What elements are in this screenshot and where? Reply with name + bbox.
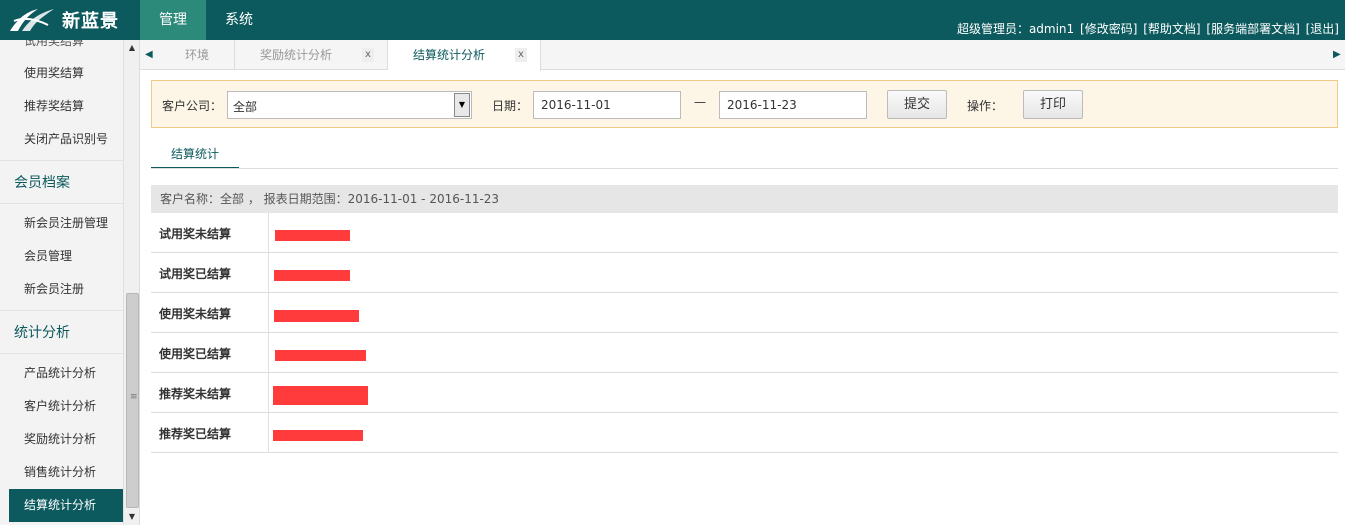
grip-icon: ≡ [130, 392, 138, 402]
logo-icon [10, 9, 54, 31]
settlement-table: 试用奖未结算 试用奖已结算 使用奖未结算 使用奖已结算 推荐奖未结算 推荐奖已结… [151, 213, 1338, 453]
user-name: 超级管理员：admin1 [956, 22, 1075, 36]
tab-scroll-right-icon[interactable]: ▶ [1333, 48, 1343, 62]
row-label: 试用奖已结算 [151, 253, 269, 293]
row-label: 推荐奖未结算 [151, 373, 269, 413]
sidebar-group-stats[interactable]: 统计分析 [0, 310, 123, 354]
help-doc-link[interactable]: [帮助文档] [1143, 22, 1200, 36]
sidebar-item-customer-stats[interactable]: 客户统计分析 [0, 390, 123, 423]
user-bar: 超级管理员：admin1 [修改密码] [帮助文档] [服务端部署文档] [退出… [955, 20, 1339, 37]
tab-settlement-summary[interactable]: 结算统计 [151, 140, 239, 169]
sidebar-group-member[interactable]: 会员档案 [0, 160, 123, 204]
redacted-value [273, 430, 363, 441]
sidebar-item-trial-settlement[interactable]: 试用奖结算 [0, 40, 123, 57]
chevron-down-icon[interactable]: ▼ [454, 93, 470, 117]
date-from-input[interactable]: 2016-11-01 [533, 91, 681, 119]
submit-button[interactable]: 提交 [887, 90, 947, 119]
date-label: 日期： [492, 99, 529, 113]
sidebar-item-referral-settlement[interactable]: 推荐奖结算 [0, 90, 123, 123]
date-separator: — [694, 95, 706, 109]
nav-system[interactable]: 系统 [206, 0, 272, 40]
company-select[interactable]: 全部 ▼ [227, 91, 472, 119]
table-row: 使用奖未结算 [151, 293, 1338, 333]
tab-label: 结算统计分析 [413, 48, 486, 62]
sidebar-item-product-stats[interactable]: 产品统计分析 [0, 357, 123, 390]
divider [151, 168, 1338, 169]
change-password-link[interactable]: [修改密码] [1080, 22, 1137, 36]
scroll-up-icon[interactable]: ▲ [124, 40, 139, 56]
sidebar-item-reward-stats[interactable]: 奖励统计分析 [0, 423, 123, 456]
scroll-down-icon[interactable]: ▼ [124, 509, 139, 525]
sidebar-item-new-member-reg[interactable]: 新会员注册 [0, 273, 123, 306]
operation-label: 操作： [967, 99, 1004, 113]
sidebar-item-sales-stats[interactable]: 销售统计分析 [0, 456, 123, 489]
close-icon[interactable]: x [515, 48, 527, 62]
table-row: 推荐奖已结算 [151, 413, 1338, 453]
date-to-input[interactable]: 2016-11-23 [719, 91, 867, 119]
row-label: 推荐奖已结算 [151, 413, 269, 453]
tab-label: 奖励统计分析 [260, 48, 333, 62]
close-icon[interactable]: x [362, 48, 374, 62]
scroll-thumb[interactable]: ≡ [126, 293, 139, 508]
tab-scroll-left-icon[interactable]: ◀ [145, 48, 155, 62]
tab-bar: ◀ 环境 奖励统计分析 x 结算统计分析 x ▶ [140, 40, 1345, 71]
row-label: 试用奖未结算 [151, 213, 269, 253]
brand-name: 新蓝景 [62, 11, 119, 32]
row-label: 使用奖未结算 [151, 293, 269, 333]
sidebar-item-member-mgmt[interactable]: 会员管理 [0, 240, 123, 273]
table-row: 推荐奖未结算 [151, 373, 1338, 413]
report-summary: 客户名称：全部 ， 报表日期范围：2016-11-01 - 2016-11-23 [151, 185, 1338, 213]
sidebar-item-close-product-id[interactable]: 关闭产品识别号 [0, 123, 123, 156]
nav-manage[interactable]: 管理 [140, 0, 206, 40]
row-label: 使用奖已结算 [151, 333, 269, 373]
redacted-value [275, 230, 350, 241]
filter-bar: 客户公司： 全部 ▼ 日期： 2016-11-01 — 2016-11-23 提… [151, 80, 1338, 128]
company-select-value: 全部 [233, 100, 258, 114]
sidebar-menu: 试用奖结算 使用奖结算 推荐奖结算 关闭产品识别号 会员档案 新会员注册管理 会… [0, 40, 123, 522]
logo: 新蓝景 [8, 4, 138, 36]
company-label: 客户公司： [162, 99, 223, 113]
deploy-doc-link[interactable]: [服务端部署文档] [1206, 22, 1299, 36]
sidebar: 试用奖结算 使用奖结算 推荐奖结算 关闭产品识别号 会员档案 新会员注册管理 会… [0, 40, 140, 525]
table-row: 使用奖已结算 [151, 333, 1338, 373]
table-row: 试用奖已结算 [151, 253, 1338, 293]
tab-settlement-stats[interactable]: 结算统计分析 x [388, 40, 541, 71]
table-row: 试用奖未结算 [151, 213, 1338, 253]
print-button[interactable]: 打印 [1023, 90, 1083, 119]
top-bar: 新蓝景 管理 系统 超级管理员：admin1 [修改密码] [帮助文档] [服务… [0, 0, 1345, 40]
main-nav: 管理 系统 [140, 0, 272, 40]
sidebar-item-use-settlement[interactable]: 使用奖结算 [0, 57, 123, 90]
sidebar-item-new-member-reg-mgmt[interactable]: 新会员注册管理 [0, 207, 123, 240]
redacted-value [273, 386, 368, 405]
tab-label: 环境 [185, 48, 210, 62]
tab-reward-stats[interactable]: 奖励统计分析 x [235, 40, 388, 70]
sidebar-scrollbar[interactable]: ▲ ≡ ▼ [123, 40, 139, 525]
redacted-value [274, 270, 350, 281]
redacted-value [274, 310, 359, 322]
logout-link[interactable]: [退出] [1306, 22, 1339, 36]
tab-environment[interactable]: 环境 [158, 40, 235, 70]
sidebar-item-settlement-stats[interactable]: 结算统计分析 [9, 489, 123, 522]
redacted-value [275, 350, 366, 361]
